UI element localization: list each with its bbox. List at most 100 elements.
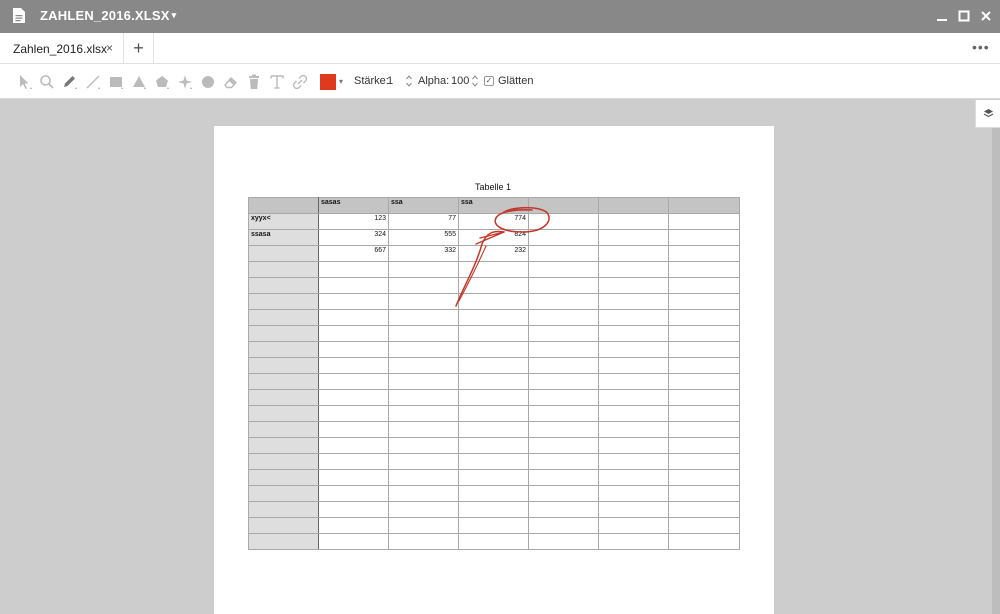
table-cell[interactable] — [598, 517, 669, 534]
table-cell[interactable] — [458, 485, 529, 502]
table-cell[interactable] — [668, 261, 740, 278]
table-cell[interactable] — [388, 341, 459, 358]
table-cell[interactable] — [598, 453, 669, 470]
stroke-width-spinner-icon[interactable] — [405, 73, 413, 89]
table-cell[interactable] — [668, 389, 740, 406]
column-header[interactable] — [528, 197, 599, 214]
row-header[interactable] — [248, 405, 319, 422]
column-header[interactable]: ssa — [458, 197, 529, 214]
zoom-magnifier-icon[interactable] — [38, 73, 56, 91]
alpha-input[interactable]: 100 — [451, 75, 469, 87]
table-cell[interactable]: 232 — [458, 245, 529, 262]
table-cell[interactable] — [528, 229, 599, 246]
table-cell[interactable]: 824 — [458, 229, 529, 246]
table-cell[interactable] — [598, 405, 669, 422]
table-cell[interactable] — [598, 389, 669, 406]
row-header[interactable] — [248, 245, 319, 262]
pentagon-tool-icon[interactable] — [153, 73, 171, 91]
row-header[interactable] — [248, 501, 319, 518]
table-cell[interactable] — [668, 325, 740, 342]
table-cell[interactable]: 123 — [318, 213, 389, 230]
table-cell[interactable] — [668, 341, 740, 358]
table-cell[interactable] — [598, 293, 669, 310]
table-cell[interactable] — [458, 501, 529, 518]
table-cell[interactable] — [318, 517, 389, 534]
table-cell[interactable] — [318, 277, 389, 294]
smooth-checkbox[interactable]: ✓ — [484, 76, 494, 86]
table-cell[interactable] — [528, 389, 599, 406]
table-cell[interactable] — [598, 341, 669, 358]
table-cell[interactable] — [528, 325, 599, 342]
row-header[interactable] — [248, 437, 319, 454]
table-cell[interactable] — [598, 325, 669, 342]
table-cell[interactable] — [528, 245, 599, 262]
row-header[interactable] — [248, 309, 319, 326]
table-cell[interactable] — [668, 293, 740, 310]
table-cell[interactable] — [598, 501, 669, 518]
tab-close-icon[interactable]: × — [106, 41, 113, 55]
column-header[interactable] — [248, 197, 319, 214]
row-header[interactable] — [248, 453, 319, 470]
table-cell[interactable] — [388, 485, 459, 502]
line-tool-icon[interactable] — [84, 73, 102, 91]
table-cell[interactable] — [668, 229, 740, 246]
table-cell[interactable] — [318, 389, 389, 406]
table-cell[interactable] — [528, 517, 599, 534]
row-header[interactable] — [248, 293, 319, 310]
table-cell[interactable] — [598, 229, 669, 246]
table-cell[interactable] — [668, 437, 740, 454]
table-cell[interactable] — [458, 453, 529, 470]
table-cell[interactable] — [458, 357, 529, 374]
window-title-menu[interactable]: ZAHLEN_2016.XLSX ▾ — [40, 8, 176, 23]
table-cell[interactable] — [458, 389, 529, 406]
table-cell[interactable]: 77 — [388, 213, 459, 230]
table-cell[interactable] — [388, 469, 459, 486]
table-cell[interactable] — [598, 277, 669, 294]
table-cell[interactable] — [458, 325, 529, 342]
row-header[interactable] — [248, 469, 319, 486]
row-header[interactable] — [248, 277, 319, 294]
table-cell[interactable] — [458, 517, 529, 534]
table-cell[interactable] — [668, 309, 740, 326]
table-cell[interactable] — [528, 261, 599, 278]
table-cell[interactable] — [668, 453, 740, 470]
table-cell[interactable] — [458, 405, 529, 422]
table-cell[interactable] — [528, 437, 599, 454]
table-cell[interactable] — [388, 453, 459, 470]
star-tool-icon[interactable] — [176, 73, 194, 91]
maximize-icon[interactable] — [956, 8, 972, 24]
alpha-spinner-icon[interactable] — [471, 73, 479, 89]
table-cell[interactable] — [318, 501, 389, 518]
table-cell[interactable] — [598, 533, 669, 550]
table-cell[interactable] — [388, 261, 459, 278]
trash-icon[interactable] — [245, 73, 263, 91]
table-cell[interactable] — [668, 357, 740, 374]
stroke-width-input[interactable]: 1 — [387, 75, 393, 87]
row-header[interactable] — [248, 261, 319, 278]
table-cell[interactable] — [598, 485, 669, 502]
column-header[interactable] — [598, 197, 669, 214]
minimize-icon[interactable] — [934, 8, 950, 24]
row-header[interactable] — [248, 357, 319, 374]
table-cell[interactable] — [528, 213, 599, 230]
table-cell[interactable] — [388, 293, 459, 310]
table-cell[interactable] — [668, 245, 740, 262]
table-cell[interactable] — [598, 309, 669, 326]
table-cell[interactable] — [458, 309, 529, 326]
table-cell[interactable] — [318, 373, 389, 390]
table-cell[interactable] — [668, 501, 740, 518]
table-cell[interactable] — [388, 373, 459, 390]
table-cell[interactable] — [318, 261, 389, 278]
table-cell[interactable] — [668, 405, 740, 422]
table-cell[interactable]: 332 — [388, 245, 459, 262]
table-cell[interactable] — [388, 325, 459, 342]
table-cell[interactable]: 555 — [388, 229, 459, 246]
table-cell[interactable] — [458, 437, 529, 454]
table-cell[interactable] — [668, 421, 740, 438]
table-cell[interactable] — [318, 437, 389, 454]
table-cell[interactable] — [598, 469, 669, 486]
table-cell[interactable] — [458, 533, 529, 550]
table-cell[interactable] — [318, 485, 389, 502]
table-cell[interactable] — [528, 341, 599, 358]
row-header[interactable] — [248, 517, 319, 534]
